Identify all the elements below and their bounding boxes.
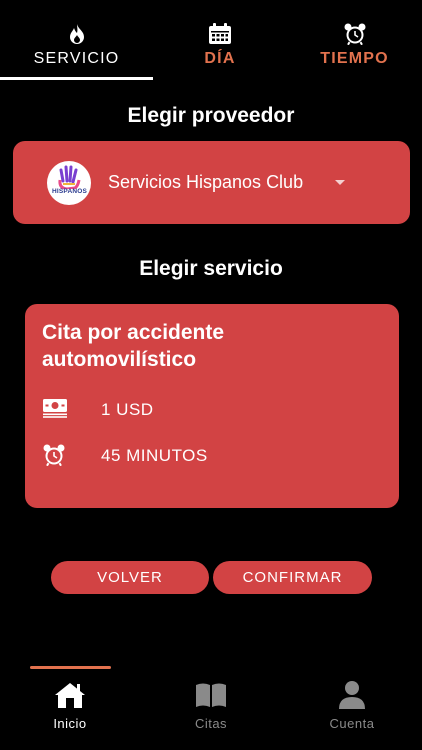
tab-tiempo-label: TIEMPO [320,50,389,67]
chevron-down-icon [335,180,345,185]
nav-item-cuenta[interactable]: Cuenta [302,680,402,731]
top-tabs: SERVICIO DÍA TIEMPO [0,0,422,80]
service-title: Cita por accidente automovilístico [42,321,225,371]
alarm-clock-icon [342,22,368,46]
selected-provider-label: Servicios Hispanos Club [108,172,304,192]
tab-dia[interactable]: DÍA [153,0,287,80]
back-button[interactable]: VOLVER [51,561,209,594]
service-price: 1 USD [101,400,154,419]
provider-heading: Elegir proveedor [127,104,295,127]
confirm-button[interactable]: CONFIRMAR [213,561,372,594]
nav-item-inicio[interactable]: Inicio [20,680,120,731]
home-icon [53,680,87,710]
tab-servicio-label: SERVICIO [33,50,120,67]
tab-tiempo[interactable]: TIEMPO [287,0,422,80]
tab-dia-label: DÍA [204,50,236,67]
service-heading: Elegir servicio [139,257,283,280]
money-icon [42,398,68,420]
alarm-clock-icon [42,444,68,467]
tab-servicio[interactable]: SERVICIO [0,0,153,80]
service-duration: 45 MINUTOS [101,446,208,465]
nav-item-label: Inicio [53,716,87,731]
nav-item-citas[interactable]: Citas [161,680,261,731]
active-nav-indicator [30,666,111,669]
nav-item-label: Citas [194,716,228,731]
provider-logo: HISPANOS [47,161,91,205]
flame-icon [64,22,90,46]
user-icon [335,680,369,710]
nav-item-label: Cuenta [329,716,375,731]
provider-dropdown[interactable]: HISPANOS Servicios Hispanos Club [13,141,410,224]
calendar-icon [207,22,233,46]
provider-logo-text: HISPANOS [52,188,88,195]
service-card[interactable]: Cita por accidente automovilístico 1 USD… [25,304,399,508]
book-icon [194,680,228,710]
active-tab-indicator [0,77,153,80]
